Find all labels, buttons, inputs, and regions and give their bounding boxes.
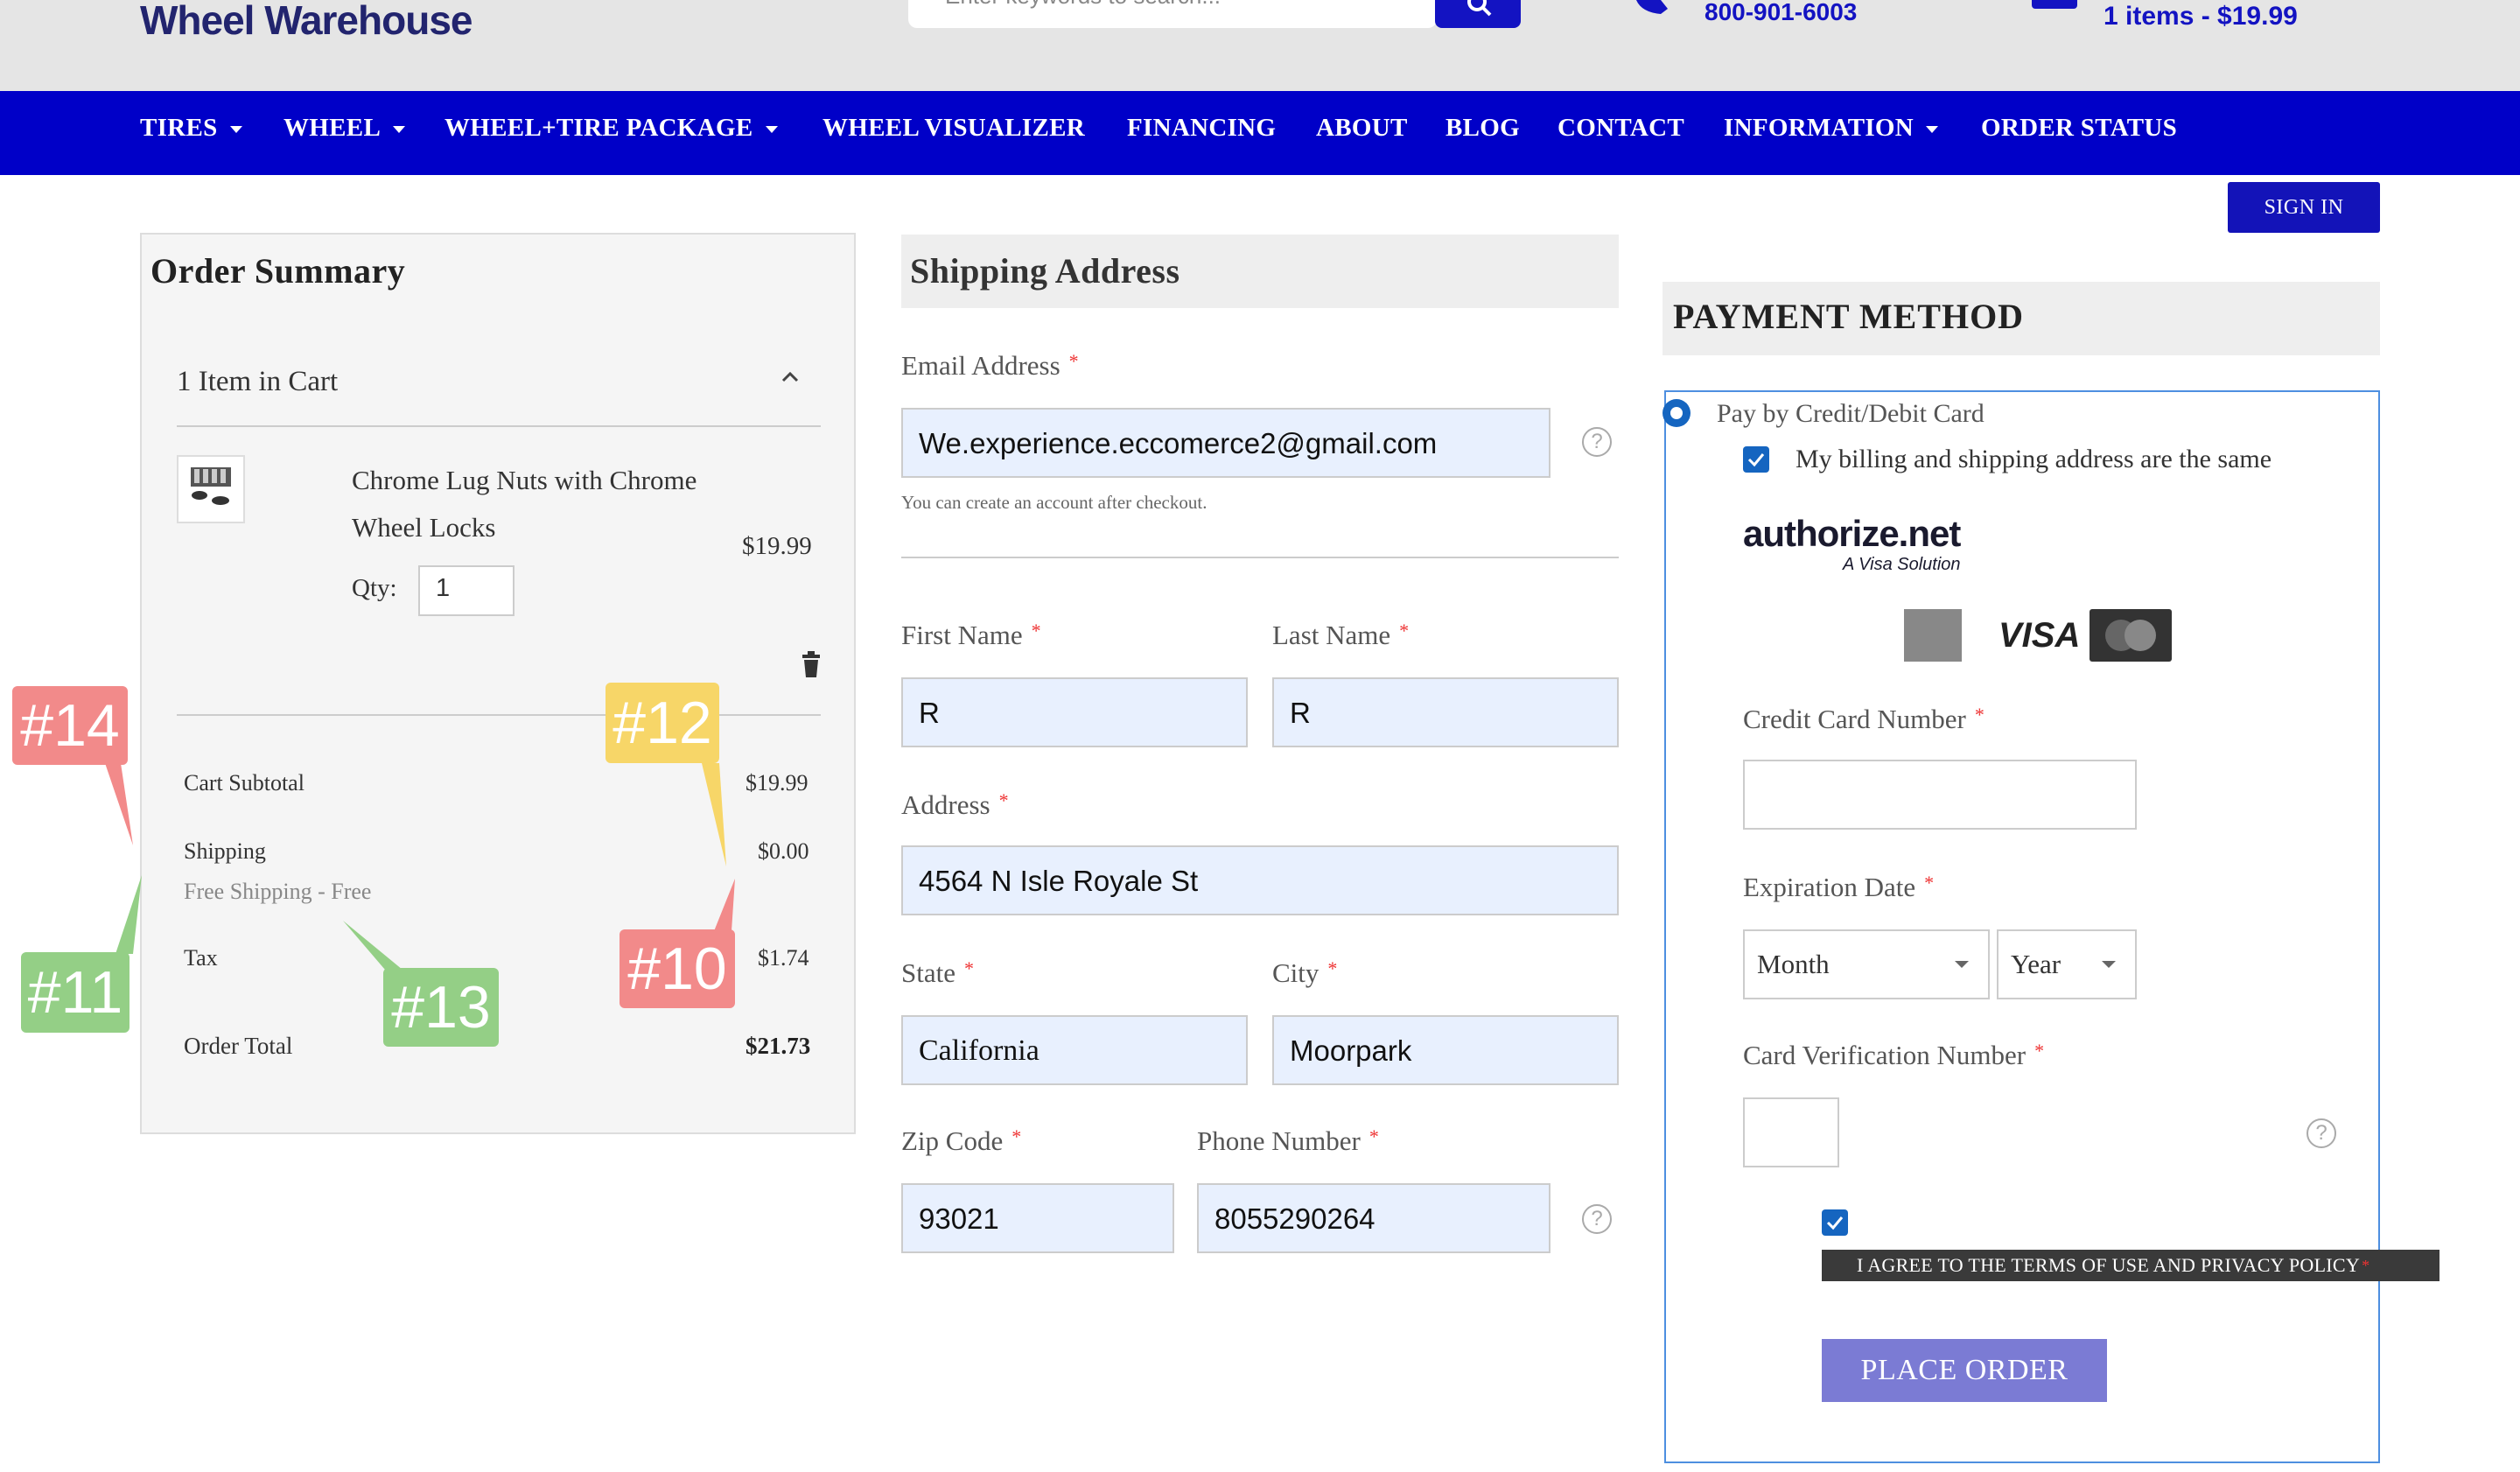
annotation-badge-13: #13 <box>383 968 499 1047</box>
annotation-badge-11: #11 <box>21 952 130 1033</box>
annotation-badge-12: #12 <box>606 683 719 763</box>
annotation-connectors <box>105 763 735 970</box>
annotation-badge-14: #14 <box>12 686 128 765</box>
annotation-badge-10: #10 <box>620 929 735 1008</box>
